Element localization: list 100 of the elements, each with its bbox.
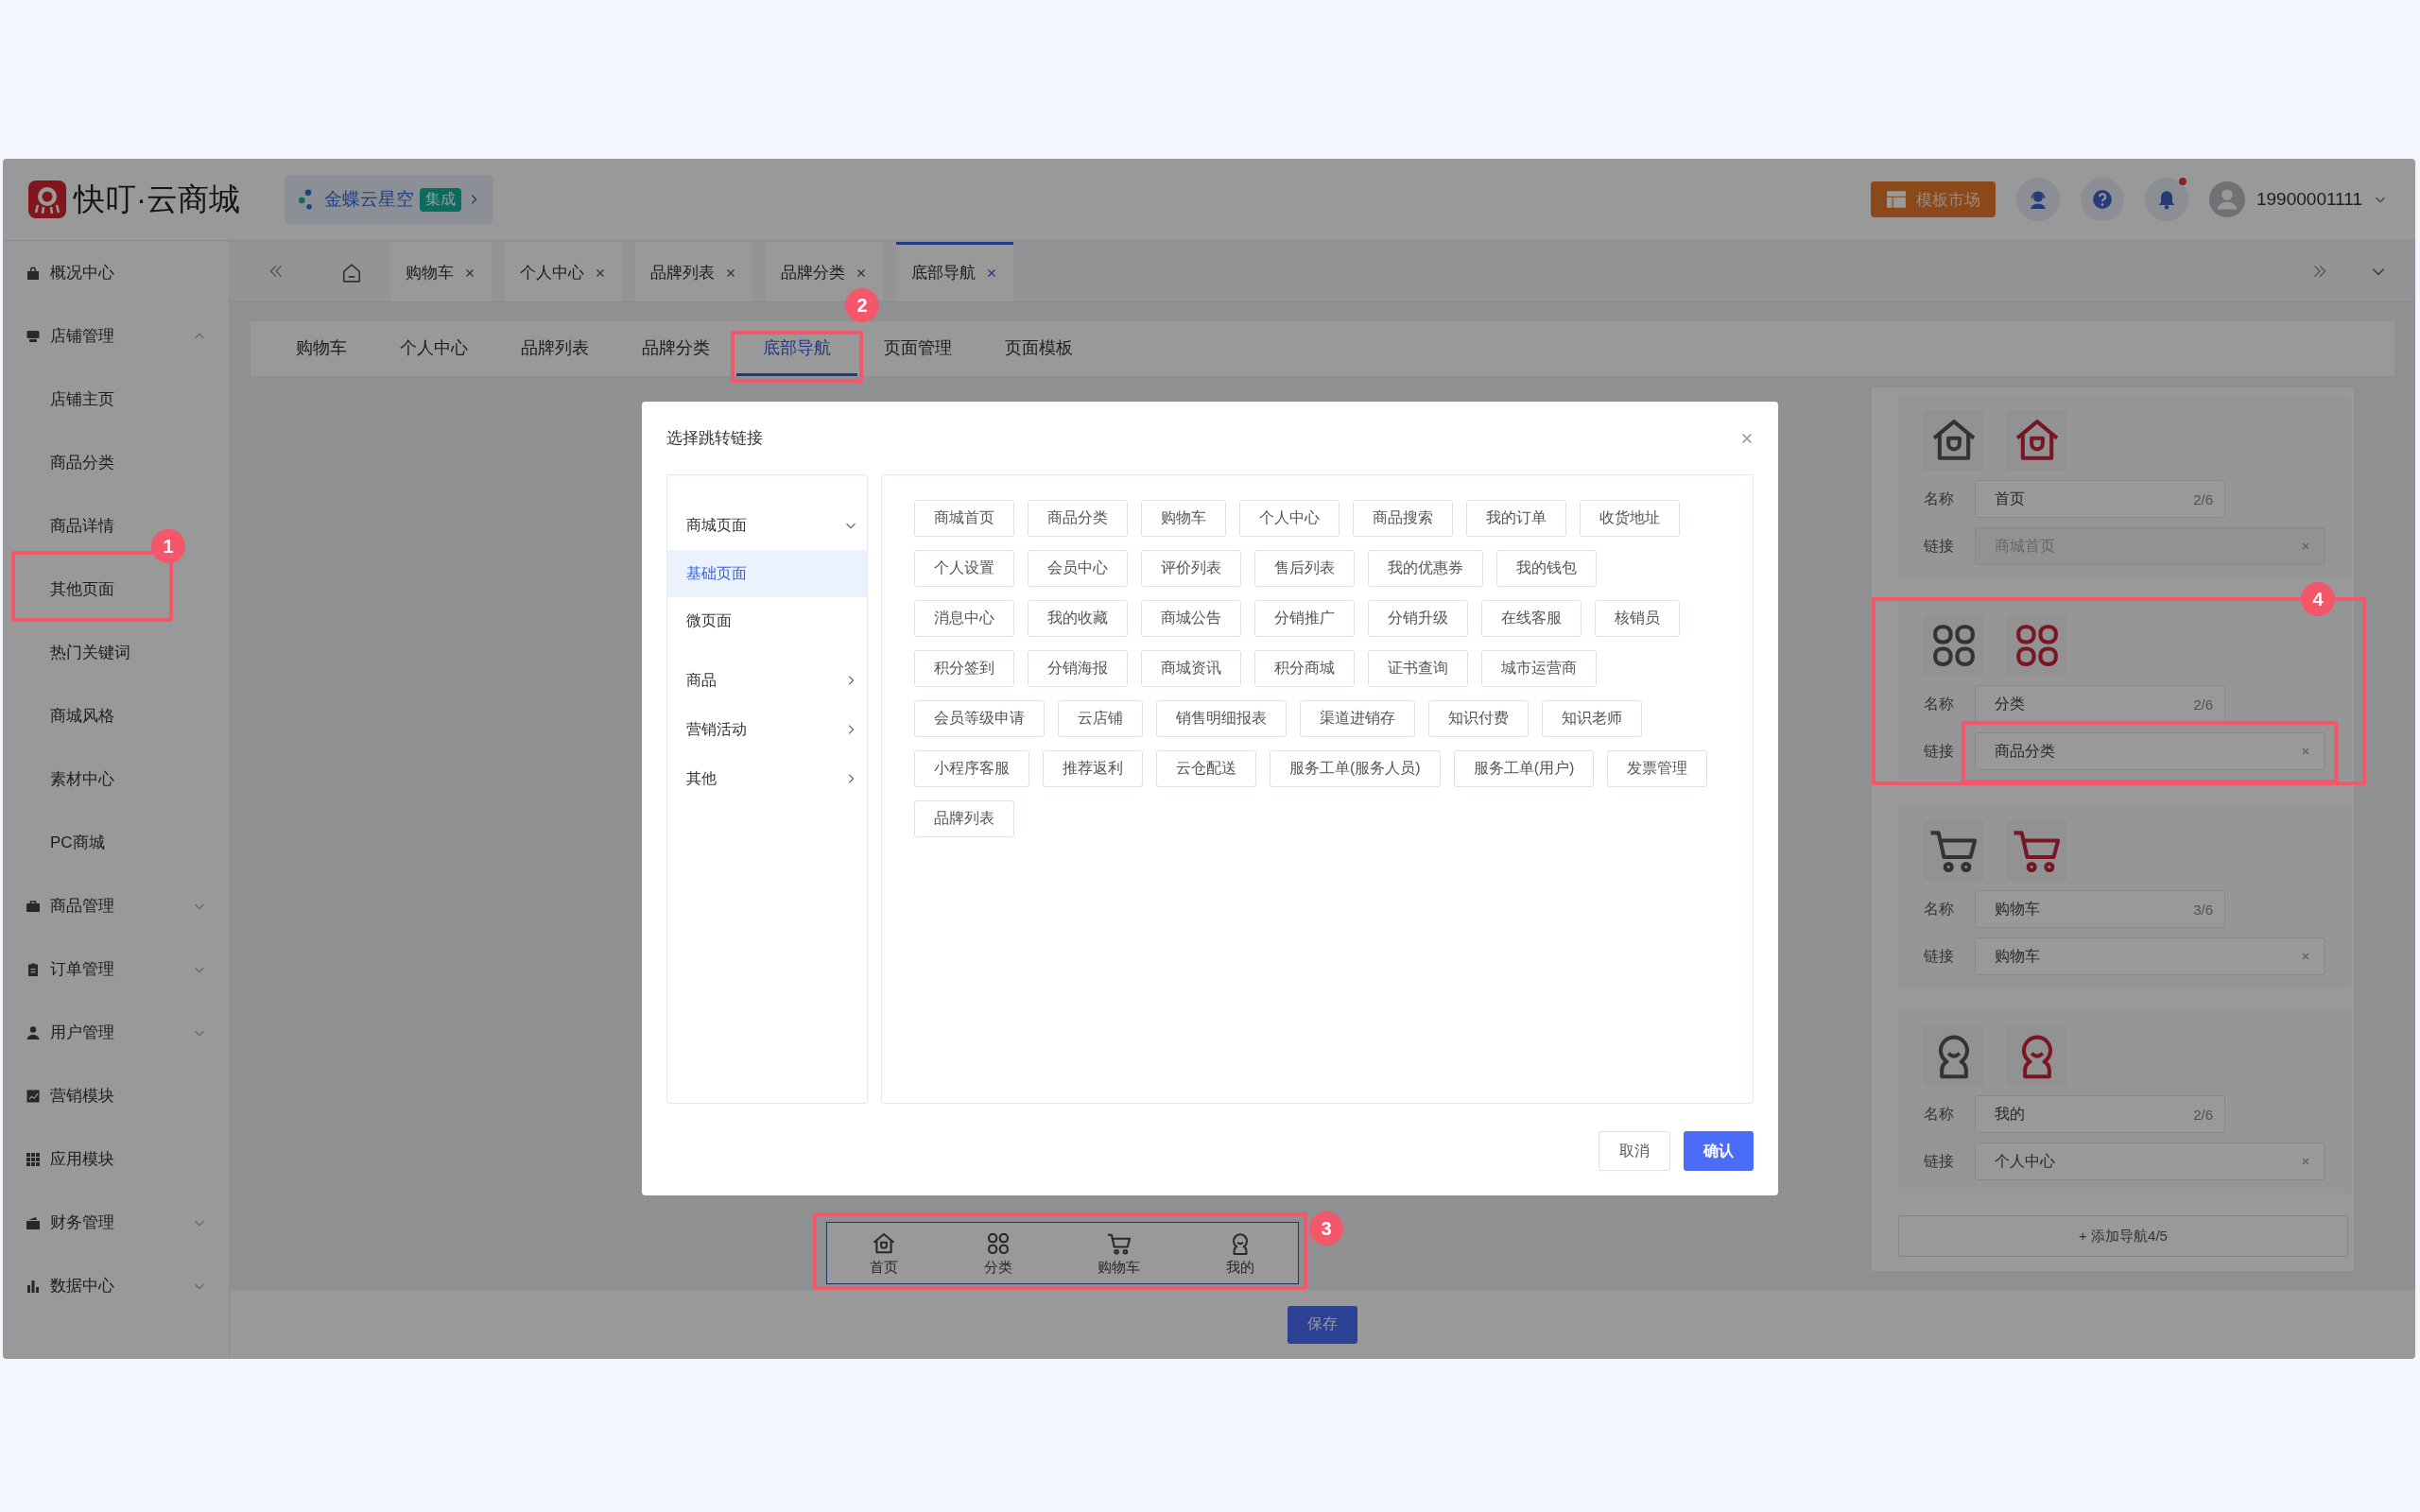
- menu-item[interactable]: 营销活动: [667, 705, 867, 754]
- name-field[interactable]: 分类 2/6: [1975, 685, 2225, 723]
- sidebar-item[interactable]: 订单管理: [3, 937, 229, 1001]
- sidebar-item[interactable]: 素材中心: [3, 747, 229, 811]
- sidebar-item[interactable]: 商品管理: [3, 874, 229, 937]
- link-option[interactable]: 收货地址: [1580, 500, 1680, 537]
- sub-tab[interactable]: 品牌列表: [494, 321, 615, 376]
- step-badge: 2: [845, 288, 879, 322]
- name-field[interactable]: 购物车 3/6: [1975, 890, 2225, 928]
- sidebar-item[interactable]: 概况中心: [3, 241, 229, 304]
- link-option[interactable]: 会员中心: [1028, 550, 1128, 587]
- link-option[interactable]: 消息中心: [914, 600, 1014, 637]
- link-option[interactable]: 销售明细报表: [1156, 700, 1287, 737]
- char-count: 2/6: [2193, 1106, 2213, 1123]
- char-count: 2/6: [2193, 490, 2213, 507]
- sidebar-item[interactable]: 营销模块: [3, 1064, 229, 1127]
- link-option[interactable]: 云仓配送: [1156, 750, 1256, 787]
- sidebar-item[interactable]: 热门关键词: [3, 621, 229, 684]
- link-field[interactable]: 个人中心: [1974, 1143, 2325, 1180]
- link-option[interactable]: 云店铺: [1058, 700, 1143, 737]
- link-option[interactable]: 商城首页: [914, 500, 1014, 537]
- field-label: 链接: [1924, 1151, 1955, 1171]
- cancel-button[interactable]: 取消: [1599, 1131, 1670, 1171]
- menu-item[interactable]: 商城页面: [667, 501, 867, 550]
- field-label: 链接: [1924, 536, 1955, 556]
- link-option[interactable]: 证书查询: [1368, 650, 1468, 687]
- field-label: 链接: [1924, 741, 1955, 761]
- link-option[interactable]: 评价列表: [1141, 550, 1241, 587]
- link-option[interactable]: 购物车: [1141, 500, 1226, 537]
- link-option[interactable]: 小程序客服: [914, 750, 1029, 787]
- link-option[interactable]: 核销员: [1595, 600, 1680, 637]
- link-option[interactable]: 我的优惠券: [1368, 550, 1483, 587]
- user-menu[interactable]: 19900001111: [2209, 181, 2387, 217]
- link-option[interactable]: 商品分类: [1028, 500, 1128, 537]
- step-badge: 3: [1309, 1211, 1343, 1246]
- link-option[interactable]: 渠道进销存: [1300, 700, 1415, 737]
- name-field[interactable]: 首页 2/6: [1975, 480, 2225, 518]
- link-option[interactable]: 商城资讯: [1141, 650, 1241, 687]
- link-option[interactable]: 商品搜索: [1353, 500, 1453, 537]
- menu-item[interactable]: 基础页面: [667, 550, 867, 597]
- field-label: 名称: [1924, 899, 1955, 919]
- link-option[interactable]: 我的钱包: [1496, 550, 1597, 587]
- link-option[interactable]: 积分签到: [914, 650, 1014, 687]
- link-option[interactable]: 售后列表: [1254, 550, 1355, 587]
- nav-label: 分类: [983, 1258, 1012, 1277]
- name-field[interactable]: 我的 2/6: [1975, 1095, 2225, 1133]
- integration-tag: 集成: [420, 187, 461, 212]
- link-option[interactable]: 发票管理: [1607, 750, 1708, 787]
- menu-item[interactable]: 商品: [667, 656, 867, 705]
- link-option[interactable]: 个人设置: [914, 550, 1014, 587]
- link-option[interactable]: 我的收藏: [1028, 600, 1128, 637]
- link-option[interactable]: 城市运营商: [1481, 650, 1597, 687]
- link-option[interactable]: 积分商城: [1254, 650, 1355, 687]
- sub-tab[interactable]: 页面管理: [857, 321, 978, 376]
- sidebar-item[interactable]: 商品分类: [3, 431, 229, 494]
- link-option[interactable]: 分销推广: [1254, 600, 1355, 637]
- field-label: 链接: [1924, 946, 1955, 966]
- link-option[interactable]: 知识老师: [1542, 700, 1642, 737]
- char-count: 2/6: [2193, 696, 2213, 713]
- sidebar-item[interactable]: 商城风格: [3, 684, 229, 747]
- sub-tab[interactable]: 个人中心: [373, 321, 494, 376]
- sidebar-item[interactable]: 数据中心: [3, 1254, 229, 1317]
- page-tab[interactable]: 底部导航: [896, 241, 1013, 301]
- sub-tab[interactable]: 页面模板: [978, 321, 1099, 376]
- link-option[interactable]: 商城公告: [1141, 600, 1241, 637]
- sidebar-item[interactable]: PC商城: [3, 811, 229, 874]
- page-tab[interactable]: 品牌列表: [635, 241, 752, 301]
- menu-item[interactable]: 其他: [667, 754, 867, 803]
- add-nav-button[interactable]: + 添加导航4/5: [1898, 1215, 2348, 1257]
- link-option[interactable]: 推荐返利: [1043, 750, 1143, 787]
- sub-tab[interactable]: 底部导航: [736, 321, 857, 376]
- link-option[interactable]: 知识付费: [1428, 700, 1529, 737]
- link-option[interactable]: 服务工单(用户): [1453, 750, 1595, 787]
- menu-item[interactable]: 微页面: [667, 597, 867, 644]
- field-label: 名称: [1924, 1104, 1955, 1124]
- char-count: 3/6: [2193, 901, 2213, 918]
- link-option[interactable]: 会员等级申请: [914, 700, 1045, 737]
- link-option[interactable]: 个人中心: [1239, 500, 1340, 537]
- link-option[interactable]: 分销海报: [1028, 650, 1128, 687]
- link-option[interactable]: 品牌列表: [914, 800, 1014, 837]
- nav-label: 购物车: [1098, 1258, 1141, 1277]
- sidebar-item[interactable]: 财务管理: [3, 1191, 229, 1254]
- link-field[interactable]: 购物车: [1974, 937, 2325, 975]
- link-option[interactable]: 在线客服: [1481, 600, 1582, 637]
- nav-label: 我的: [1226, 1258, 1255, 1277]
- page-tab[interactable]: 个人中心: [505, 241, 622, 301]
- dialog-title: 选择跳转链接: [666, 428, 763, 449]
- sub-tab[interactable]: 购物车: [269, 321, 373, 376]
- nav-label: 首页: [869, 1258, 898, 1277]
- sidebar-item[interactable]: 店铺主页: [3, 368, 229, 431]
- link-option[interactable]: 我的订单: [1466, 500, 1566, 537]
- link-field[interactable]: 商品分类: [1974, 732, 2325, 770]
- confirm-button[interactable]: 确认: [1684, 1131, 1754, 1171]
- sidebar-item[interactable]: 应用模块: [3, 1127, 229, 1191]
- sidebar-item[interactable]: 店铺管理: [3, 304, 229, 368]
- page-tab[interactable]: 购物车: [390, 241, 492, 301]
- link-option[interactable]: 服务工单(服务人员): [1270, 750, 1441, 787]
- sub-tab[interactable]: 品牌分类: [615, 321, 736, 376]
- link-option[interactable]: 分销升级: [1368, 600, 1468, 637]
- sidebar-item[interactable]: 用户管理: [3, 1001, 229, 1064]
